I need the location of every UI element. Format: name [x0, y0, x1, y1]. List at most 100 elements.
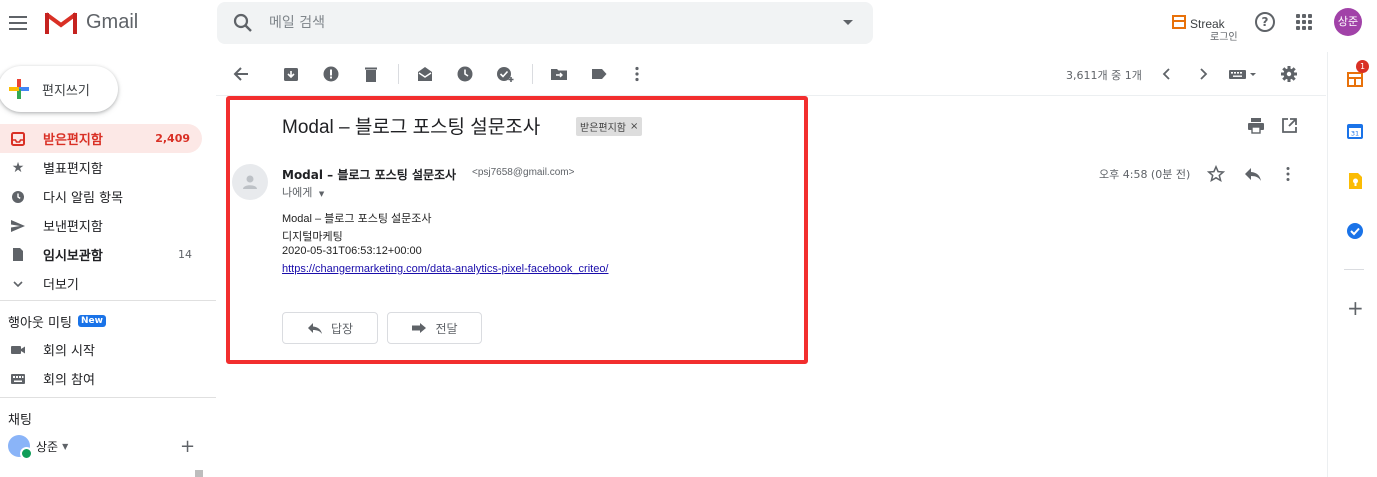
chevron-down-icon: [10, 276, 26, 292]
search-bar[interactable]: [217, 2, 873, 44]
chat-status-caret-icon[interactable]: ▼: [62, 442, 68, 451]
add-addon-button[interactable]: +: [1347, 296, 1364, 320]
input-tools-keyboard-icon[interactable]: [1228, 65, 1258, 83]
meet-section-title: 행아웃 미팅 New: [0, 307, 216, 335]
remove-label-icon[interactable]: ×: [630, 121, 638, 132]
add-to-tasks-icon[interactable]: [496, 65, 514, 83]
sidebar-item-label: 보낸편지함: [43, 220, 103, 235]
move-to-icon[interactable]: [550, 65, 568, 83]
newer-chevron-left-icon[interactable]: [1158, 65, 1176, 83]
more-options-icon[interactable]: [628, 65, 646, 83]
snooze-clock-icon[interactable]: [456, 65, 474, 83]
sender-avatar[interactable]: [232, 164, 268, 200]
streak-button[interactable]: Streak 로그인: [1172, 13, 1238, 44]
search-icon[interactable]: [233, 13, 253, 33]
account-avatar[interactable]: 상준: [1334, 8, 1362, 36]
right-rail-divider: [1344, 269, 1364, 270]
nav-list: 받은편지함 2,409 ★ 별표편지함 다시 알림 항목 보낸편지함 임시보관함…: [0, 124, 216, 460]
print-icon[interactable]: [1247, 117, 1265, 135]
streak-login: 로그인: [1210, 32, 1238, 43]
gmail-logo[interactable]: Gmail: [44, 9, 138, 35]
sidebar-item-new-meeting[interactable]: 회의 시작: [0, 335, 216, 364]
sidebar-scrollbar[interactable]: [195, 470, 203, 477]
email-timestamp: 오후 4:58 (0분 전): [1099, 168, 1191, 181]
reply-icon[interactable]: [1244, 166, 1262, 182]
help-icon[interactable]: ?: [1255, 12, 1275, 32]
send-icon: [10, 218, 26, 234]
reply-label: 답장: [330, 321, 354, 336]
svg-text:31: 31: [1351, 130, 1359, 138]
search-input[interactable]: [269, 15, 809, 31]
chevron-down-icon: ▼: [318, 190, 325, 198]
left-sidebar: 편지쓰기 받은편지함 2,409 ★ 별표편지함 다시 알림 항목 보낸편지함: [0, 52, 216, 477]
right-side-panel: 1 31 +: [1327, 52, 1377, 477]
chat-add-button[interactable]: +: [180, 436, 195, 457]
sidebar-item-label: 별표편지함: [43, 162, 103, 177]
star-icon: ★: [11, 159, 25, 176]
forward-label: 전달: [435, 321, 458, 336]
hamburger-menu-icon[interactable]: [6, 11, 30, 35]
label-icon[interactable]: [590, 65, 608, 83]
back-arrow-icon[interactable]: [232, 65, 250, 83]
email-subject: Modal – 블로그 포스팅 설문조사: [282, 117, 541, 138]
video-icon: [10, 342, 26, 358]
reply-arrow-icon: [307, 323, 322, 334]
pager-count: 3,611개 중 1개: [1066, 69, 1142, 82]
search-options-caret-icon[interactable]: [843, 20, 853, 25]
archive-icon[interactable]: [282, 65, 300, 83]
sidebar-item-label: 받은편지함: [43, 133, 103, 148]
report-spam-icon[interactable]: [322, 65, 340, 83]
delete-icon[interactable]: [362, 65, 380, 83]
keyboard-icon: [10, 371, 26, 387]
apps-grid-icon[interactable]: [1296, 14, 1312, 30]
streak-title: Streak: [1190, 17, 1225, 31]
body-line: 디지털마케팅: [282, 231, 343, 243]
sidebar-item-label: 다시 알림 항목: [43, 191, 124, 206]
compose-plus-icon: [9, 79, 29, 99]
chat-section-title: 채팅: [8, 412, 32, 428]
open-in-new-window-icon[interactable]: [1281, 117, 1298, 134]
body-line: 2020-05-31T06:53:12+00:00: [282, 245, 422, 257]
sidebar-item-label: 회의 참여: [43, 373, 95, 388]
sidebar-item-more[interactable]: 더보기: [0, 269, 216, 298]
sidebar-item-sent[interactable]: 보낸편지함: [0, 211, 216, 240]
sidebar-item-snoozed[interactable]: 다시 알림 항목: [0, 182, 216, 211]
gmail-logo-text: Gmail: [86, 10, 139, 33]
toolbar-separator: [398, 64, 399, 84]
sidebar-item-label: 회의 시작: [43, 344, 95, 359]
drafts-count: 14: [178, 248, 192, 261]
chat-user-row[interactable]: 상준 ▼ +: [0, 432, 216, 460]
forward-button[interactable]: 전달: [387, 312, 482, 344]
streak-rail-button[interactable]: 1: [1346, 60, 1369, 87]
keep-icon[interactable]: [1346, 172, 1364, 190]
top-bar: Gmail Streak 로그인 ? 상준: [0, 0, 1377, 46]
inbox-label-chip[interactable]: 받은편지함 ×: [576, 117, 643, 136]
inbox-icon: [10, 131, 26, 147]
inbox-count: 2,409: [155, 132, 190, 145]
chat-user-name: 상준: [36, 439, 59, 454]
streak-notification-badge: 1: [1356, 60, 1369, 73]
mark-unread-icon[interactable]: [416, 65, 434, 83]
recipient-details-toggle[interactable]: 나에게 ▼: [282, 184, 324, 200]
more-message-options-icon[interactable]: [1281, 166, 1295, 182]
clock-icon: [10, 189, 26, 205]
star-icon[interactable]: [1207, 165, 1225, 183]
sidebar-item-join-meeting[interactable]: 회의 참여: [0, 364, 216, 393]
sidebar-item-drafts[interactable]: 임시보관함 14: [0, 240, 216, 269]
settings-gear-icon[interactable]: [1280, 65, 1298, 83]
sender-email: <psj7658@gmail.com>: [472, 167, 575, 178]
draft-icon: [10, 247, 26, 263]
reply-button[interactable]: 답장: [282, 312, 378, 344]
body-link[interactable]: https://changermarketing.com/data-analyt…: [282, 263, 609, 275]
sender-name: Modal – 블로그 포스팅 설문조사: [282, 168, 457, 182]
tasks-icon[interactable]: [1346, 222, 1364, 240]
compose-button[interactable]: 편지쓰기: [0, 66, 118, 112]
gmail-m-icon: [44, 12, 78, 34]
older-chevron-right-icon[interactable]: [1194, 65, 1212, 83]
calendar-icon[interactable]: 31: [1346, 122, 1364, 140]
compose-label: 편지쓰기: [42, 83, 90, 99]
sidebar-item-inbox[interactable]: 받은편지함 2,409: [0, 124, 202, 153]
sidebar-item-starred[interactable]: ★ 별표편지함: [0, 153, 216, 182]
sidebar-item-label: 더보기: [43, 278, 79, 293]
to-me-text: 나에게: [282, 186, 313, 199]
